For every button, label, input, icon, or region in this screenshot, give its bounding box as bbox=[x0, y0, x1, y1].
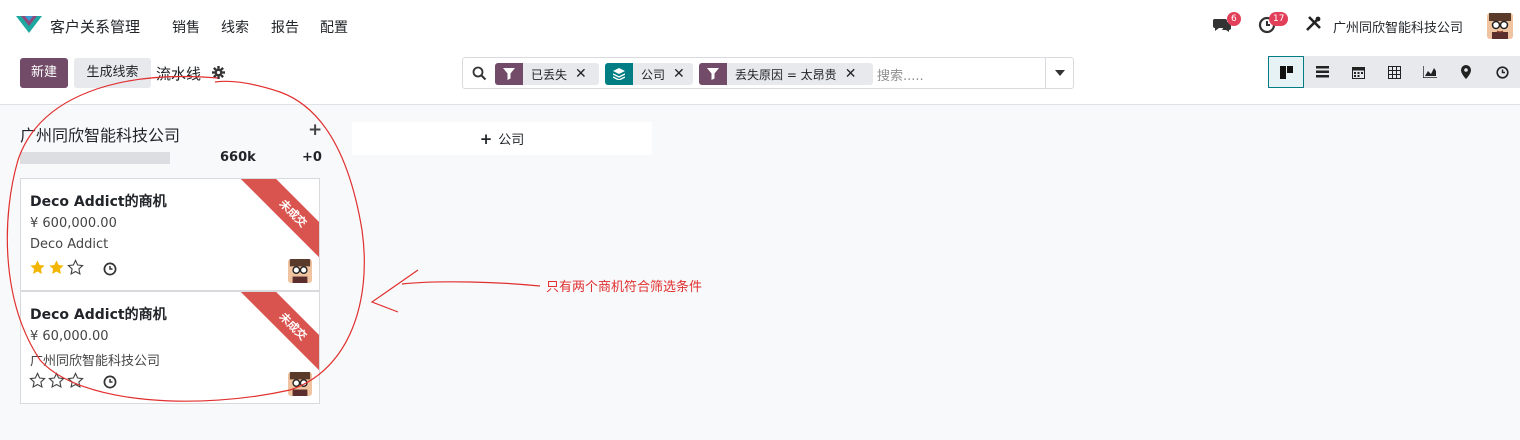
filter-icon bbox=[699, 63, 727, 85]
facet-lost-reason[interactable]: 丢失原因 = 太昂贵 ✕ bbox=[699, 63, 873, 85]
search-bar[interactable]: 已丢失 ✕ 公司 ✕ 丢失原因 = 太昂贵 ✕ 搜索..... bbox=[462, 57, 1074, 89]
map-view-icon bbox=[1461, 65, 1471, 79]
view-switcher bbox=[1268, 56, 1520, 88]
chat-badge: 6 bbox=[1227, 12, 1241, 26]
priority-stars[interactable] bbox=[29, 372, 84, 389]
star-empty-icon[interactable] bbox=[67, 259, 84, 276]
kanban-view-button[interactable] bbox=[1268, 56, 1304, 88]
close-icon[interactable]: ✕ bbox=[673, 66, 691, 82]
filter-icon bbox=[495, 63, 523, 85]
lost-ribbon: 未成交 bbox=[238, 179, 319, 269]
graph-view-button[interactable] bbox=[1412, 56, 1448, 88]
facet-label: 公司 bbox=[641, 67, 666, 82]
column-title[interactable]: 广州同欣智能科技公司 bbox=[20, 122, 180, 146]
caret-down-icon bbox=[1054, 70, 1065, 76]
crm-app-logo-icon[interactable] bbox=[16, 16, 42, 34]
calendar-view-button[interactable] bbox=[1340, 56, 1376, 88]
card-title: Deco Addict的商机 bbox=[30, 307, 167, 323]
facet-label: 丢失原因 = 太昂贵 bbox=[735, 67, 837, 82]
kanban-view-icon bbox=[1279, 65, 1293, 79]
card-amount: ¥ 600,000.00 bbox=[30, 216, 117, 231]
layers-icon bbox=[605, 63, 633, 85]
activity-badge: 17 bbox=[1269, 12, 1289, 26]
annotation-text: 只有两个商机符合筛选条件 bbox=[546, 280, 703, 295]
search-input[interactable]: 搜索..... bbox=[877, 65, 924, 84]
annotation-arrow bbox=[401, 281, 541, 287]
quick-create-plus-icon[interactable]: + bbox=[308, 120, 322, 140]
opportunity-card[interactable]: 未成交 Deco Addict的商机 ¥ 60,000.00 广州同欣智能科技公… bbox=[20, 291, 320, 404]
plus-icon: + bbox=[479, 129, 493, 148]
add-column-label: 公司 bbox=[498, 133, 525, 148]
activity-view-icon bbox=[1495, 65, 1509, 79]
column-diff: +0 bbox=[302, 150, 322, 165]
card-title: Deco Addict的商机 bbox=[30, 194, 167, 210]
opportunity-card[interactable]: 未成交 Deco Addict的商机 ¥ 600,000.00 Deco Add… bbox=[20, 178, 320, 291]
facet-lost[interactable]: 已丢失 ✕ bbox=[495, 63, 599, 85]
salesperson-avatar[interactable] bbox=[288, 372, 312, 396]
graph-view-icon bbox=[1423, 66, 1437, 78]
user-avatar[interactable] bbox=[1487, 13, 1513, 39]
app-title[interactable]: 客户关系管理 bbox=[50, 16, 140, 37]
map-view-button[interactable] bbox=[1448, 56, 1484, 88]
activity-clock-icon[interactable] bbox=[103, 375, 117, 393]
list-view-icon bbox=[1315, 66, 1329, 78]
card-customer: 广州同欣智能科技公司 bbox=[30, 354, 161, 369]
facet-label: 已丢失 bbox=[531, 67, 568, 82]
pivot-view-icon bbox=[1387, 65, 1401, 79]
salesperson-avatar[interactable] bbox=[288, 259, 312, 283]
add-column-button[interactable]: + 公司 bbox=[352, 122, 652, 155]
menu-reporting[interactable]: 报告 bbox=[271, 17, 299, 37]
facet-groupby-company[interactable]: 公司 ✕ bbox=[605, 63, 693, 85]
activity-clock-icon[interactable] bbox=[103, 262, 117, 280]
annotation-arrow-head bbox=[370, 269, 419, 313]
star-empty-icon[interactable] bbox=[48, 372, 65, 389]
priority-stars[interactable] bbox=[29, 259, 84, 276]
close-icon[interactable]: ✕ bbox=[575, 66, 593, 82]
activity-view-button[interactable] bbox=[1484, 56, 1520, 88]
star-empty-icon[interactable] bbox=[67, 372, 84, 389]
star-empty-icon[interactable] bbox=[29, 372, 46, 389]
close-icon[interactable]: ✕ bbox=[845, 66, 863, 82]
calendar-view-icon bbox=[1351, 66, 1365, 79]
star-filled-icon[interactable] bbox=[29, 259, 46, 276]
generate-leads-button[interactable]: 生成线索 bbox=[74, 58, 151, 88]
breadcrumb: 流水线 bbox=[156, 65, 202, 83]
column-sum: 660k bbox=[220, 150, 256, 165]
debug-tools-icon[interactable] bbox=[1305, 15, 1322, 36]
company-switcher[interactable]: 广州同欣智能科技公司 bbox=[1333, 17, 1463, 36]
column-progress-bar[interactable] bbox=[20, 152, 170, 164]
card-amount: ¥ 60,000.00 bbox=[30, 329, 109, 344]
lost-ribbon: 未成交 bbox=[238, 292, 319, 382]
star-filled-icon[interactable] bbox=[48, 259, 65, 276]
control-panel: 新建 生成线索 流水线 已丢失 ✕ 公司 ✕ 丢失原因 = 太昂贵 ✕ 搜索..… bbox=[0, 50, 1520, 105]
top-navbar: 客户关系管理 销售 线索 报告 配置 6 17 广州同欣智能科技公司 bbox=[0, 0, 1520, 50]
card-customer: Deco Addict bbox=[30, 237, 109, 252]
search-icon[interactable] bbox=[472, 66, 487, 85]
new-button[interactable]: 新建 bbox=[20, 58, 68, 88]
gear-icon[interactable] bbox=[212, 66, 225, 83]
pivot-view-button[interactable] bbox=[1376, 56, 1412, 88]
search-dropdown-toggle[interactable] bbox=[1045, 58, 1073, 88]
menu-sales[interactable]: 销售 bbox=[172, 17, 200, 37]
list-view-button[interactable] bbox=[1304, 56, 1340, 88]
menu-leads[interactable]: 线索 bbox=[221, 17, 249, 37]
menu-configuration[interactable]: 配置 bbox=[320, 17, 348, 37]
